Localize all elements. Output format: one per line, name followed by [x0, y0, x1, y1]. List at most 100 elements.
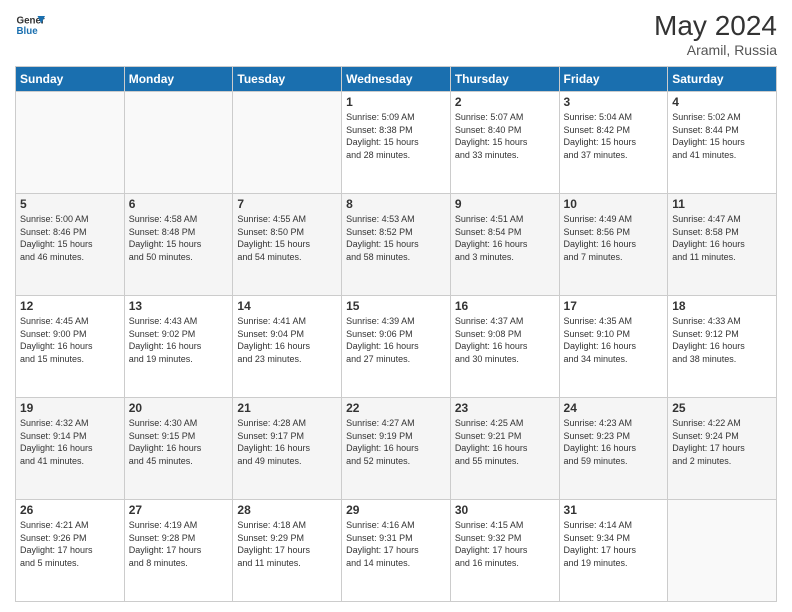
weekday-header: Monday — [124, 67, 233, 92]
calendar-cell: 1 Sunrise: 5:09 AM Sunset: 8:38 PM Daylig… — [342, 92, 451, 194]
day-info: Sunrise: 4:35 AM Sunset: 9:10 PM Dayligh… — [564, 315, 664, 365]
title-block: May 2024 Aramil, Russia — [654, 10, 777, 58]
calendar-cell: 18Sunrise: 4:33 AM Sunset: 9:12 PM Dayli… — [668, 296, 777, 398]
calendar-week-row: 1 Sunrise: 5:09 AM Sunset: 8:38 PM Daylig… — [16, 92, 777, 194]
day-info: Sunrise: 5:09 AM Sunset: 8:38 PM Dayligh… — [346, 111, 446, 161]
day-number: 7 — [237, 197, 337, 211]
weekday-header: Wednesday — [342, 67, 451, 92]
calendar-page: General Blue May 2024 Aramil, Russia Sun… — [0, 0, 792, 612]
day-number: 3 — [564, 95, 664, 109]
day-number: 9 — [455, 197, 555, 211]
day-info: Sunrise: 4:21 AM Sunset: 9:26 PM Dayligh… — [20, 519, 120, 569]
calendar-cell: 4 Sunrise: 5:02 AM Sunset: 8:44 PM Daylig… — [668, 92, 777, 194]
day-info: Sunrise: 4:30 AM Sunset: 9:15 PM Dayligh… — [129, 417, 229, 467]
day-info: Sunrise: 4:22 AM Sunset: 9:24 PM Dayligh… — [672, 417, 772, 467]
day-info: Sunrise: 4:39 AM Sunset: 9:06 PM Dayligh… — [346, 315, 446, 365]
calendar-cell: 27Sunrise: 4:19 AM Sunset: 9:28 PM Dayli… — [124, 500, 233, 602]
calendar-cell — [233, 92, 342, 194]
day-number: 19 — [20, 401, 120, 415]
calendar-cell: 19 Sunrise: 4:32 AM Sunset: 9:14 PM Dayli… — [16, 398, 125, 500]
calendar-week-row: 26Sunrise: 4:21 AM Sunset: 9:26 PM Dayli… — [16, 500, 777, 602]
day-number: 20 — [129, 401, 229, 415]
calendar-cell: 30Sunrise: 4:15 AM Sunset: 9:32 PM Dayli… — [450, 500, 559, 602]
weekday-header: Sunday — [16, 67, 125, 92]
day-info: Sunrise: 4:41 AM Sunset: 9:04 PM Dayligh… — [237, 315, 337, 365]
calendar-cell: 20 Sunrise: 4:30 AM Sunset: 9:15 PM Dayli… — [124, 398, 233, 500]
day-info: Sunrise: 4:15 AM Sunset: 9:32 PM Dayligh… — [455, 519, 555, 569]
day-number: 6 — [129, 197, 229, 211]
day-number: 13 — [129, 299, 229, 313]
day-number: 4 — [672, 95, 772, 109]
calendar-table: SundayMondayTuesdayWednesdayThursdayFrid… — [15, 66, 777, 602]
calendar-cell: 21 Sunrise: 4:28 AM Sunset: 9:17 PM Dayli… — [233, 398, 342, 500]
day-number: 11 — [672, 197, 772, 211]
day-number: 21 — [237, 401, 337, 415]
calendar-cell: 25 Sunrise: 4:22 AM Sunset: 9:24 PM Dayli… — [668, 398, 777, 500]
calendar-cell: 9 Sunrise: 4:51 AM Sunset: 8:54 PM Daylig… — [450, 194, 559, 296]
day-number: 24 — [564, 401, 664, 415]
location: Aramil, Russia — [654, 42, 777, 58]
day-info: Sunrise: 4:45 AM Sunset: 9:00 PM Dayligh… — [20, 315, 120, 365]
svg-text:Blue: Blue — [17, 26, 39, 37]
day-number: 29 — [346, 503, 446, 517]
day-number: 5 — [20, 197, 120, 211]
day-info: Sunrise: 4:51 AM Sunset: 8:54 PM Dayligh… — [455, 213, 555, 263]
calendar-week-row: 12 Sunrise: 4:45 AM Sunset: 9:00 PM Dayli… — [16, 296, 777, 398]
day-info: Sunrise: 4:55 AM Sunset: 8:50 PM Dayligh… — [237, 213, 337, 263]
header: General Blue May 2024 Aramil, Russia — [15, 10, 777, 58]
day-number: 8 — [346, 197, 446, 211]
calendar-cell: 5Sunrise: 5:00 AM Sunset: 8:46 PM Daylig… — [16, 194, 125, 296]
day-number: 22 — [346, 401, 446, 415]
day-info: Sunrise: 4:47 AM Sunset: 8:58 PM Dayligh… — [672, 213, 772, 263]
calendar-cell — [124, 92, 233, 194]
day-info: Sunrise: 5:04 AM Sunset: 8:42 PM Dayligh… — [564, 111, 664, 161]
day-info: Sunrise: 4:58 AM Sunset: 8:48 PM Dayligh… — [129, 213, 229, 263]
day-number: 15 — [346, 299, 446, 313]
day-number: 12 — [20, 299, 120, 313]
calendar-cell: 29Sunrise: 4:16 AM Sunset: 9:31 PM Dayli… — [342, 500, 451, 602]
calendar-cell: 28Sunrise: 4:18 AM Sunset: 9:29 PM Dayli… — [233, 500, 342, 602]
weekday-header-row: SundayMondayTuesdayWednesdayThursdayFrid… — [16, 67, 777, 92]
calendar-cell: 16 Sunrise: 4:37 AM Sunset: 9:08 PM Dayli… — [450, 296, 559, 398]
weekday-header: Friday — [559, 67, 668, 92]
weekday-header: Saturday — [668, 67, 777, 92]
day-info: Sunrise: 5:02 AM Sunset: 8:44 PM Dayligh… — [672, 111, 772, 161]
calendar-cell: 17 Sunrise: 4:35 AM Sunset: 9:10 PM Dayli… — [559, 296, 668, 398]
calendar-cell: 13 Sunrise: 4:43 AM Sunset: 9:02 PM Dayli… — [124, 296, 233, 398]
day-number: 16 — [455, 299, 555, 313]
day-info: Sunrise: 4:43 AM Sunset: 9:02 PM Dayligh… — [129, 315, 229, 365]
calendar-cell: 10Sunrise: 4:49 AM Sunset: 8:56 PM Dayli… — [559, 194, 668, 296]
day-number: 17 — [564, 299, 664, 313]
calendar-cell: 3 Sunrise: 5:04 AM Sunset: 8:42 PM Daylig… — [559, 92, 668, 194]
day-number: 2 — [455, 95, 555, 109]
calendar-cell: 15 Sunrise: 4:39 AM Sunset: 9:06 PM Dayli… — [342, 296, 451, 398]
calendar-week-row: 5Sunrise: 5:00 AM Sunset: 8:46 PM Daylig… — [16, 194, 777, 296]
day-number: 10 — [564, 197, 664, 211]
day-info: Sunrise: 4:53 AM Sunset: 8:52 PM Dayligh… — [346, 213, 446, 263]
calendar-cell: 22Sunrise: 4:27 AM Sunset: 9:19 PM Dayli… — [342, 398, 451, 500]
calendar-cell: 7 Sunrise: 4:55 AM Sunset: 8:50 PM Daylig… — [233, 194, 342, 296]
calendar-week-row: 19 Sunrise: 4:32 AM Sunset: 9:14 PM Dayli… — [16, 398, 777, 500]
day-info: Sunrise: 4:33 AM Sunset: 9:12 PM Dayligh… — [672, 315, 772, 365]
calendar-cell: 6 Sunrise: 4:58 AM Sunset: 8:48 PM Daylig… — [124, 194, 233, 296]
calendar-cell: 24Sunrise: 4:23 AM Sunset: 9:23 PM Dayli… — [559, 398, 668, 500]
weekday-header: Thursday — [450, 67, 559, 92]
logo-icon: General Blue — [15, 10, 45, 40]
calendar-cell: 2Sunrise: 5:07 AM Sunset: 8:40 PM Daylig… — [450, 92, 559, 194]
calendar-cell: 12 Sunrise: 4:45 AM Sunset: 9:00 PM Dayli… — [16, 296, 125, 398]
calendar-cell — [668, 500, 777, 602]
day-info: Sunrise: 4:37 AM Sunset: 9:08 PM Dayligh… — [455, 315, 555, 365]
calendar-cell: 8 Sunrise: 4:53 AM Sunset: 8:52 PM Daylig… — [342, 194, 451, 296]
calendar-cell: 23Sunrise: 4:25 AM Sunset: 9:21 PM Dayli… — [450, 398, 559, 500]
day-number: 25 — [672, 401, 772, 415]
calendar-cell: 31Sunrise: 4:14 AM Sunset: 9:34 PM Dayli… — [559, 500, 668, 602]
day-number: 31 — [564, 503, 664, 517]
day-info: Sunrise: 4:28 AM Sunset: 9:17 PM Dayligh… — [237, 417, 337, 467]
day-info: Sunrise: 4:32 AM Sunset: 9:14 PM Dayligh… — [20, 417, 120, 467]
day-number: 1 — [346, 95, 446, 109]
day-info: Sunrise: 4:19 AM Sunset: 9:28 PM Dayligh… — [129, 519, 229, 569]
day-info: Sunrise: 4:25 AM Sunset: 9:21 PM Dayligh… — [455, 417, 555, 467]
calendar-cell: 14 Sunrise: 4:41 AM Sunset: 9:04 PM Dayli… — [233, 296, 342, 398]
month-year: May 2024 — [654, 10, 777, 42]
day-number: 14 — [237, 299, 337, 313]
